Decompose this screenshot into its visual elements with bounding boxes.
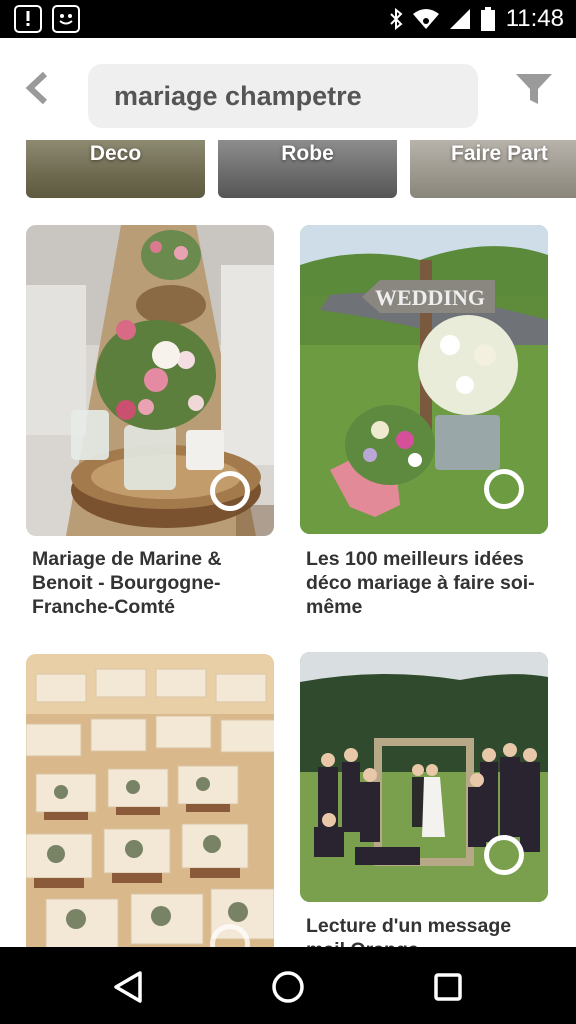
nav-home-icon <box>272 971 304 1003</box>
pin-title[interactable]: Les 100 meilleurs idées déco mariage à f… <box>306 547 546 619</box>
battery-icon <box>481 7 495 31</box>
nav-home-button[interactable] <box>266 965 310 1009</box>
filter-icon <box>516 74 552 104</box>
clock: 11:48 <box>505 5 564 32</box>
search-header: mariage champetre <box>0 38 576 140</box>
status-bar: 11:48 <box>0 0 576 38</box>
signal-icon <box>450 9 470 29</box>
search-input[interactable]: mariage champetre <box>88 64 478 128</box>
notification-smiley-icon <box>52 5 80 33</box>
back-button[interactable] <box>20 68 54 108</box>
select-circle-icon[interactable] <box>484 469 524 509</box>
notification-alert-icon <box>14 5 42 33</box>
back-chevron-icon <box>25 71 48 105</box>
chip-label: Faire Part <box>451 142 548 165</box>
search-query: mariage champetre <box>114 81 362 111</box>
status-icons <box>388 6 496 32</box>
category-chips: Deco Robe Faire Part <box>26 140 576 200</box>
filter-button[interactable] <box>514 72 554 106</box>
chip-deco[interactable]: Deco <box>26 140 205 198</box>
nav-back-icon <box>114 971 142 1003</box>
bluetooth-icon <box>390 7 403 31</box>
pin-title[interactable]: Lecture d'un message mail Orange <box>306 914 546 948</box>
wedding-sign-text: WEDDING <box>375 285 485 310</box>
select-circle-icon[interactable] <box>484 835 524 875</box>
chip-label: Deco <box>89 142 142 165</box>
pin-title[interactable]: Mariage de Marine & Benoit - Bourgogne-F… <box>32 547 272 619</box>
chip-label: Robe <box>281 142 334 165</box>
navigation-bar <box>0 947 576 1024</box>
select-circle-icon[interactable] <box>210 471 250 511</box>
chip-robe[interactable]: Robe <box>218 140 397 198</box>
nav-back-button[interactable] <box>106 965 150 1009</box>
pin-image[interactable] <box>26 654 274 954</box>
chip-faire-part[interactable]: Faire Part <box>410 140 576 198</box>
nav-recents-icon <box>434 973 462 1001</box>
nav-recents-button[interactable] <box>426 965 470 1009</box>
wifi-icon <box>413 9 439 29</box>
